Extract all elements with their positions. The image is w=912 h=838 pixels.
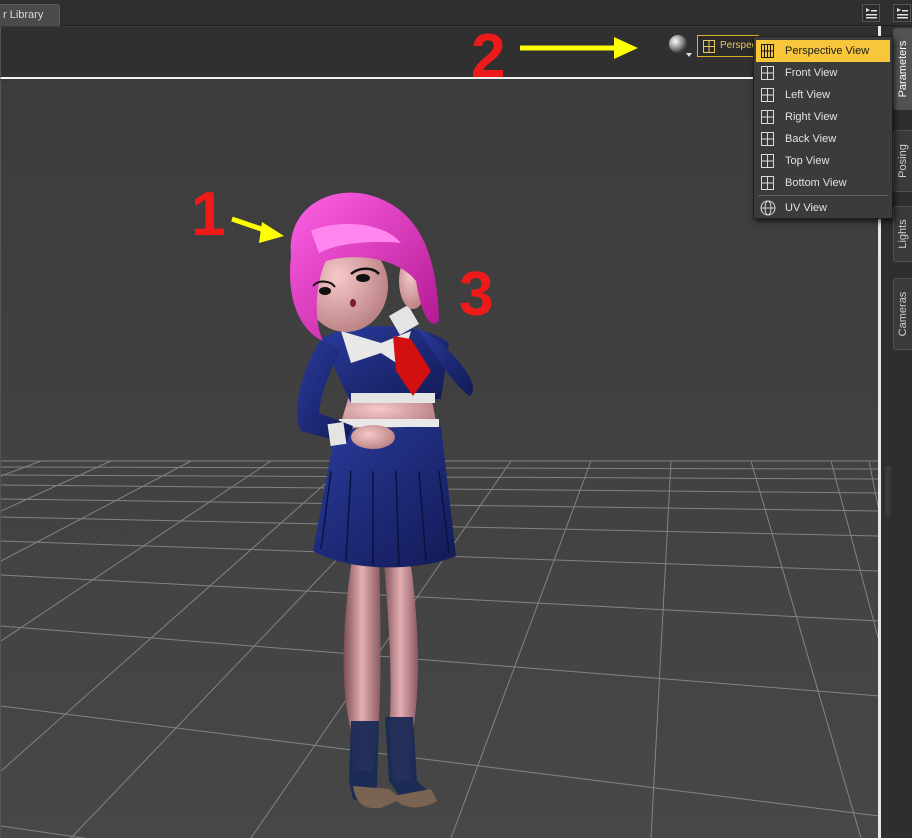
- annotation-arrow-2: [520, 37, 638, 59]
- annotation-arrow-1: [231, 216, 284, 243]
- annotation-arrows: [231, 37, 638, 243]
